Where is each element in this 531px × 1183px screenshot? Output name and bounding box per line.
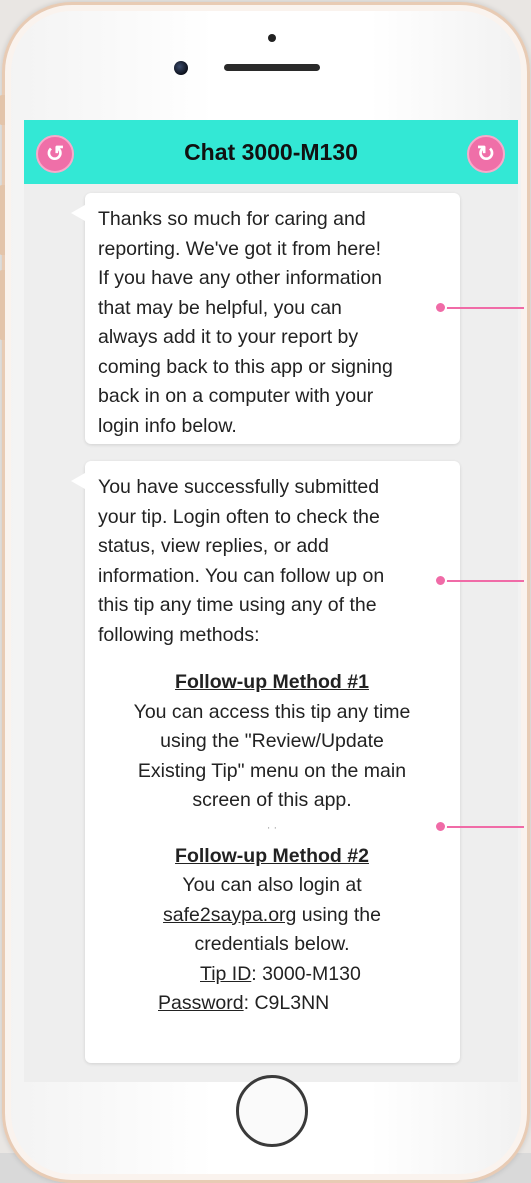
message-line: Thanks so much for caring and [98,208,366,230]
message-line: following methods: [98,623,260,646]
method-2-link-line: safe2saypa.org using the [98,901,446,931]
message-line: your tip. Login often to check the [98,505,380,528]
tip-id-row: Tip ID: 3000-M130 [98,960,446,990]
chat-message-2: You have successfully submitted your tip… [71,461,460,1063]
message-line: If you have any other information [98,267,382,289]
message-line: this tip any time using any of the [98,594,377,616]
password-label: Password [158,992,244,1014]
method-2-line: You can also login at [182,874,362,896]
callout-line [446,580,524,582]
message-line: login info below. [98,414,237,437]
front-camera [174,61,188,75]
password-value: : C9L3NN [243,992,330,1014]
refresh-icon: ↻ [476,141,496,166]
method-1-line: Existing Tip" menu on the main [137,759,407,782]
callout-dot [434,820,447,833]
message-line: that may be helpful, you can [98,296,342,319]
message-line: coming back to this app or signing [98,355,393,378]
proximity-sensor [268,34,276,42]
callout-dot [434,301,447,314]
password-row: Password: C9L3NN [98,989,446,1019]
side-button [0,270,5,340]
page-title: Chat 3000-M130 [184,138,358,165]
method-1-line: You can access this tip any time [133,700,411,723]
callout-dot [434,574,447,587]
message-line: status, view replies, or add [98,535,329,557]
website-link[interactable]: safe2saypa.org [163,904,296,926]
link-suffix: using the [296,903,381,926]
refresh-button[interactable]: ↻ [467,135,505,173]
method-1-line: screen of this app. [192,789,352,811]
message-line: reporting. We've got it from here! [98,237,381,260]
undo-icon: ↺ [45,141,65,166]
method-1-title: Follow-up Method #1 [175,671,369,693]
side-button [0,95,5,125]
message-line: always add it to your report by [98,326,359,348]
callout-line [446,307,524,309]
separator: · · [266,821,278,834]
message-line: information. You can follow up on [98,564,385,587]
message-line: back in on a computer with your [98,385,374,407]
side-button [0,185,5,255]
back-button[interactable]: ↺ [36,135,74,173]
chat-header: ↺ Chat 3000-M130 ↻ [24,120,518,184]
tip-id-label: Tip ID [200,962,252,985]
method-1-line: using the "Review/Update [160,730,384,752]
callout-line [446,826,524,828]
chat-message-1: Thanks so much for caring and reporting.… [71,193,460,444]
method-2-title: Follow-up Method #2 [175,844,369,867]
app-screen: ↺ Chat 3000-M130 ↻ Thanks so much for ca… [24,120,518,1082]
message-line: You have successfully submitted [98,476,380,498]
home-button[interactable] [236,1075,308,1147]
method-2-line: credentials below. [194,933,350,955]
earpiece-speaker [224,64,320,71]
tip-id-value: : 3000-M130 [251,962,361,985]
